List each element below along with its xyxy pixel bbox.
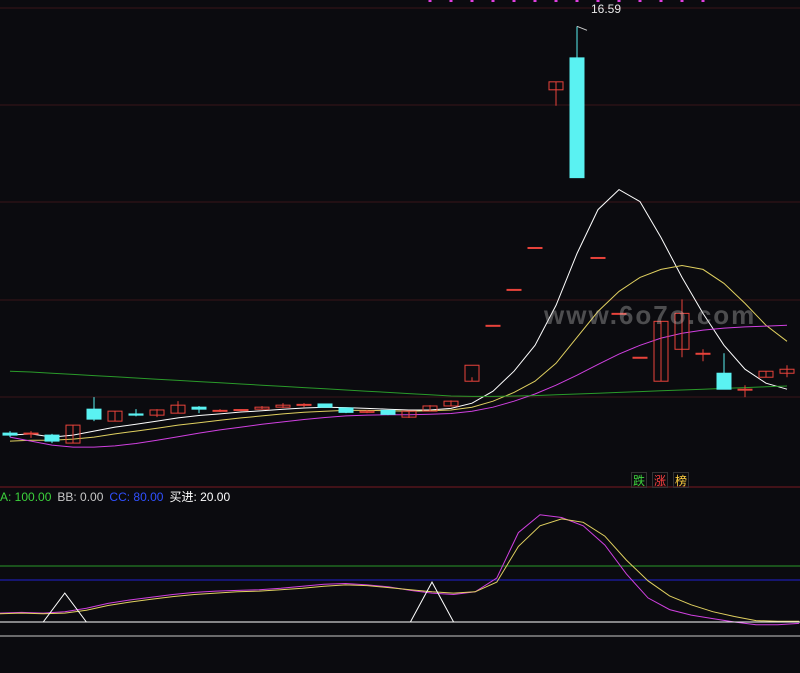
indicator-line-yellow	[0, 518, 800, 622]
candle-body	[716, 372, 732, 390]
legend-entry: 买进: 20.00	[169, 490, 231, 504]
candle-body	[527, 246, 543, 249]
candle-body	[233, 409, 249, 412]
signal-tag: 跌	[631, 472, 647, 488]
candle-body	[296, 403, 312, 406]
ma-line-green	[9, 370, 788, 397]
candle-body	[44, 434, 60, 442]
indicator-line-magenta	[0, 514, 800, 626]
candle-body	[86, 408, 102, 420]
candle-body	[632, 356, 648, 359]
candle-body	[737, 388, 753, 391]
ma-line-magenta	[9, 324, 788, 448]
indicator-line-white	[0, 581, 800, 623]
candle-body	[506, 288, 522, 291]
candle-body	[695, 352, 711, 355]
candle-body	[485, 324, 501, 327]
indicator-legend: A: 100.00 BB: 0.00 CC: 80.00 买进: 20.00	[0, 488, 236, 505]
candle-body	[128, 413, 144, 416]
signal-tag: 涨	[652, 472, 668, 488]
candle-body	[317, 403, 333, 408]
legend-entry: BB: 0.00	[57, 490, 104, 504]
candle-body	[23, 432, 39, 435]
high-price-label: 16.59	[591, 2, 622, 16]
candle-body	[590, 256, 606, 259]
high-marker	[576, 25, 588, 31]
watermark: www.6o7o.com	[544, 300, 757, 330]
candle-body	[191, 406, 207, 410]
candle-body	[380, 409, 396, 415]
candle-body	[2, 432, 18, 436]
signal-tag: 榜	[673, 472, 689, 488]
legend-entry: CC: 80.00	[109, 490, 164, 504]
candle-body	[212, 409, 228, 412]
candle-body	[338, 407, 354, 413]
legend-entry: A: 100.00	[0, 490, 52, 504]
candle-body	[569, 57, 585, 179]
stock-chart	[0, 0, 800, 637]
